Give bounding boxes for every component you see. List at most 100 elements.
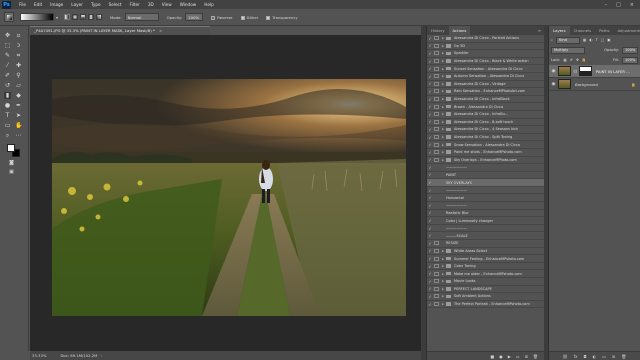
dialog-toggle-icon[interactable] — [434, 256, 439, 261]
action-set-row[interactable]: ✓ ▸ Autumn Sensation - Alessandra Di Cicco — [427, 73, 544, 81]
lock-position-icon[interactable]: ✥ — [576, 58, 579, 62]
check-icon[interactable]: ✓ — [427, 188, 433, 193]
dialog-toggle-icon[interactable] — [434, 302, 439, 307]
gradient-tool-icon[interactable]: ▮ — [4, 92, 11, 99]
gradient-picker[interactable] — [20, 13, 54, 21]
check-icon[interactable]: ✓ — [427, 127, 433, 132]
dither-checkbox[interactable]: Dither — [240, 15, 258, 20]
action-set-row[interactable]: ✓ ▸ Paint me shots - EnhanceMPshoto.com — [427, 149, 544, 157]
tab-actions[interactable]: Actions — [448, 26, 471, 35]
layer-mask-thumbnail[interactable] — [578, 66, 592, 76]
blend-mode-select[interactable]: Multiply — [551, 46, 585, 54]
menu-layer[interactable]: Layer — [71, 2, 83, 7]
dialog-toggle-icon[interactable] — [434, 43, 439, 48]
chevron-down-icon[interactable]: ▾ — [56, 15, 58, 20]
action-set-row[interactable]: ✓ ▸ Sparkler — [427, 50, 544, 58]
action-set-row[interactable]: ✓ ▸ Color Toning — [427, 263, 544, 271]
trash-icon[interactable]: 🗑 — [621, 354, 626, 359]
action-row[interactable]: ✓ —————— — [427, 164, 544, 172]
action-set-row[interactable]: ✓ ▸ The Perfect Portrait - EnhanceMPshoto.… — [427, 301, 544, 309]
dialog-toggle-icon[interactable] — [434, 59, 439, 64]
check-icon[interactable]: ✓ — [427, 302, 433, 307]
dialog-toggle-icon[interactable] — [434, 51, 439, 56]
trash-icon[interactable]: 🗑 — [533, 354, 538, 359]
layer-thumbnail[interactable] — [558, 66, 571, 76]
menu-file[interactable]: File — [19, 2, 26, 7]
dialog-toggle-icon[interactable] — [434, 66, 439, 71]
check-icon[interactable]: ✓ — [427, 157, 433, 162]
close-tab-icon[interactable]: × — [159, 28, 162, 33]
dialog-toggle-icon[interactable] — [434, 157, 439, 162]
action-set-row[interactable]: ✓ ▸ Sky Overlays - EnhanceMPhoto.com — [427, 157, 544, 165]
check-icon[interactable]: ✓ — [427, 279, 433, 284]
record-icon[interactable]: ● — [499, 354, 503, 359]
tab-history[interactable]: History — [427, 26, 449, 35]
document-tab[interactable]: _P4A7491.JPG @ 33.3% (PAINT IN LAYER MAS… — [30, 26, 210, 35]
tab-channels[interactable]: Channels — [570, 26, 596, 35]
check-icon[interactable]: ✓ — [427, 89, 433, 94]
type-tool-icon[interactable]: T — [4, 112, 11, 119]
action-row[interactable]: ✓ PAINT — [427, 172, 544, 180]
lock-all-icon[interactable]: 🔒 — [582, 58, 586, 62]
shape-filter-icon[interactable]: ▢ — [601, 38, 604, 42]
mode-select[interactable]: Normal — [124, 13, 159, 21]
dialog-toggle-icon[interactable] — [434, 74, 439, 79]
pixel-filter-icon[interactable]: ▦ — [583, 38, 586, 42]
healing-brush-tool-icon[interactable]: ✚ — [15, 62, 22, 69]
action-row[interactable]: ✓ Color | Luminosity changer — [427, 217, 544, 225]
kind-filter-select[interactable]: Kind — [556, 36, 581, 44]
dialog-toggle-icon[interactable] — [434, 81, 439, 86]
check-icon[interactable]: ✓ — [427, 74, 433, 79]
menu-edit[interactable]: Edit — [34, 2, 42, 7]
action-set-row[interactable]: ✓ ▸ Alessandra Di Cicco - Vintage — [427, 81, 544, 89]
dialog-toggle-icon[interactable] — [434, 97, 439, 102]
pen-tool-icon[interactable]: ✒ — [15, 102, 22, 109]
eyedropper-tool-icon[interactable]: ⁄ — [4, 62, 11, 69]
dialog-toggle-icon[interactable] — [434, 112, 439, 117]
menu-filter[interactable]: Filter — [129, 2, 139, 7]
path-select-tool-icon[interactable]: ➤ — [15, 112, 22, 119]
dodge-tool-icon[interactable]: ● — [4, 102, 11, 109]
dialog-toggle-icon[interactable] — [434, 264, 439, 269]
dialog-toggle-icon[interactable] — [434, 104, 439, 109]
check-icon[interactable]: ✓ — [427, 195, 433, 200]
quick-select-tool-icon[interactable]: ✎ — [4, 52, 11, 59]
lock-transparent-icon[interactable]: ▦ — [563, 58, 566, 62]
rectangle-tool-icon[interactable]: ▭ — [4, 122, 11, 129]
zoom-tool-icon[interactable]: ⌕ — [4, 132, 11, 139]
dialog-toggle-icon[interactable] — [434, 241, 439, 246]
layer-row[interactable]: ◉ Background 🔒 — [549, 78, 640, 91]
gradient-tool-icon[interactable] — [4, 12, 14, 22]
blur-tool-icon[interactable]: ◆ — [15, 92, 22, 99]
clone-stamp-tool-icon[interactable]: ⚲ — [15, 72, 22, 79]
history-brush-tool-icon[interactable]: ↺ — [4, 82, 11, 89]
action-row[interactable]: ✓ —————— — [427, 202, 544, 210]
menu-help[interactable]: Help — [204, 2, 214, 7]
check-icon[interactable]: ✓ — [427, 241, 433, 246]
dialog-toggle-icon[interactable] — [434, 135, 439, 140]
action-set-row[interactable]: ✓ ▸ Alessandra Di Cicco - 4 Seasons kick — [427, 126, 544, 134]
dialog-toggle-icon[interactable] — [434, 248, 439, 253]
tab-paths[interactable]: Paths — [595, 26, 613, 35]
dialog-toggle-icon[interactable] — [434, 127, 439, 132]
action-set-row[interactable]: ✓ ▸ White Areas Select — [427, 248, 544, 256]
layer-name[interactable]: Background — [575, 82, 598, 87]
action-set-row[interactable]: ✓ ▸ Alessandra Di Cicco - B-soft touch — [427, 119, 544, 127]
transparency-checkbox[interactable]: Transparency — [266, 15, 298, 20]
new-layer-icon[interactable]: ⊞ — [612, 354, 615, 359]
chevron-right-icon[interactable]: › — [100, 353, 102, 358]
chain-icon[interactable]: ⛓ — [573, 69, 578, 74]
lasso-tool-icon[interactable]: ↄ — [15, 42, 22, 49]
dialog-toggle-icon[interactable] — [434, 294, 439, 299]
layer-opacity-input[interactable]: 100% — [622, 46, 638, 54]
action-row[interactable]: ✓ ———SCALE — [427, 232, 544, 241]
fill-input[interactable]: 100% — [622, 56, 638, 64]
check-icon[interactable]: ✓ — [427, 165, 433, 170]
check-icon[interactable]: ✓ — [427, 36, 433, 41]
lock-image-icon[interactable]: ✐ — [570, 58, 573, 62]
action-row[interactable]: ✓ —————— — [427, 187, 544, 195]
screen-mode-icon[interactable]: ▣ — [8, 169, 15, 176]
action-row[interactable]: ✓ —————— — [427, 225, 544, 233]
play-icon[interactable]: ▶ — [508, 354, 511, 359]
adjustment-layer-icon[interactable]: ◐ — [593, 354, 597, 359]
